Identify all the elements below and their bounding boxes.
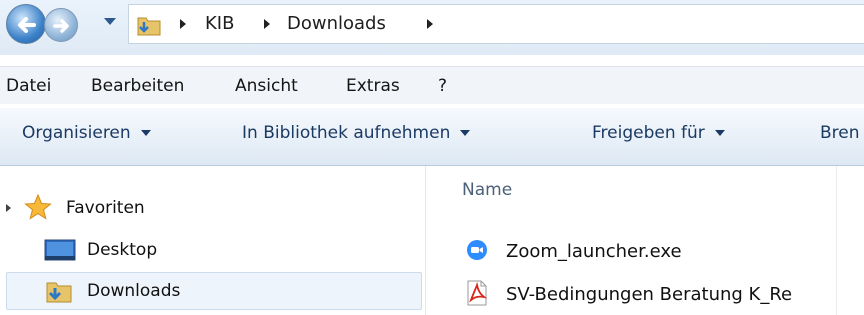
library-label: In Bibliothek aufnehmen xyxy=(242,123,451,143)
file-row[interactable]: Zoom_launcher.exe xyxy=(426,233,864,267)
nav-item-favorites[interactable]: Favoriten xyxy=(0,190,424,226)
file-name: Zoom_launcher.exe xyxy=(506,241,682,262)
chevron-down-icon xyxy=(140,130,151,136)
file-name: SV-Bedingungen Beratung K_Re xyxy=(506,284,793,305)
folder-icon xyxy=(137,17,161,36)
menu-extras[interactable]: Extras xyxy=(346,76,400,96)
back-arrow-icon xyxy=(18,17,36,33)
organize-button[interactable]: Organisieren xyxy=(22,123,151,143)
chevron-down-icon xyxy=(460,130,471,136)
breadcrumb-separator-icon[interactable] xyxy=(263,18,271,30)
file-list: Name Zoom_launcher.exe SV-Bedingungen Be… xyxy=(426,166,864,315)
chevron-down-icon xyxy=(714,130,725,136)
address-bar: KIB Downloads xyxy=(0,0,864,55)
share-label: Freigeben für xyxy=(592,123,705,143)
command-toolbar: Organisieren In Bibliothek aufnehmen Fre… xyxy=(0,108,864,166)
menu-datei[interactable]: Datei xyxy=(6,76,51,96)
collapse-arrow-icon[interactable] xyxy=(6,204,11,212)
zoom-app-icon xyxy=(467,240,487,260)
pdf-file-icon xyxy=(467,280,488,306)
burn-label: Bren xyxy=(820,123,860,143)
recent-pages-chevron-icon[interactable] xyxy=(103,14,117,28)
file-row[interactable]: SV-Bedingungen Beratung K_Re xyxy=(426,276,864,310)
nav-label-downloads: Downloads xyxy=(87,281,181,301)
menu-bearbeiten[interactable]: Bearbeiten xyxy=(91,76,184,96)
desktop-icon xyxy=(44,239,76,261)
forward-button[interactable] xyxy=(44,8,78,42)
downloads-folder-icon xyxy=(46,282,72,303)
navigation-pane: Favoriten Desktop Downloads xyxy=(0,166,424,315)
nav-label-favorites: Favoriten xyxy=(66,198,145,218)
nav-label-desktop: Desktop xyxy=(87,240,158,260)
column-header-name[interactable]: Name xyxy=(462,180,512,200)
back-button[interactable] xyxy=(6,4,46,44)
breadcrumb-item-kib[interactable]: KIB xyxy=(205,13,234,34)
share-with-button[interactable]: Freigeben für xyxy=(592,123,725,143)
menu-help[interactable]: ? xyxy=(438,76,447,96)
burn-button[interactable]: Bren xyxy=(820,123,860,143)
forward-arrow-icon xyxy=(53,19,69,33)
star-icon xyxy=(24,193,52,220)
include-in-library-button[interactable]: In Bibliothek aufnehmen xyxy=(242,123,471,143)
nav-item-desktop[interactable]: Desktop xyxy=(0,232,424,268)
nav-item-downloads[interactable]: Downloads xyxy=(6,272,422,310)
breadcrumb-separator-icon[interactable] xyxy=(426,18,434,30)
breadcrumb-item-downloads[interactable]: Downloads xyxy=(287,13,386,34)
breadcrumb[interactable]: KIB Downloads xyxy=(128,4,864,44)
organize-label: Organisieren xyxy=(22,123,131,143)
menu-ansicht[interactable]: Ansicht xyxy=(235,76,298,96)
breadcrumb-separator-icon[interactable] xyxy=(179,18,187,30)
menu-bar: Datei Bearbeiten Ansicht Extras ? xyxy=(0,66,864,104)
